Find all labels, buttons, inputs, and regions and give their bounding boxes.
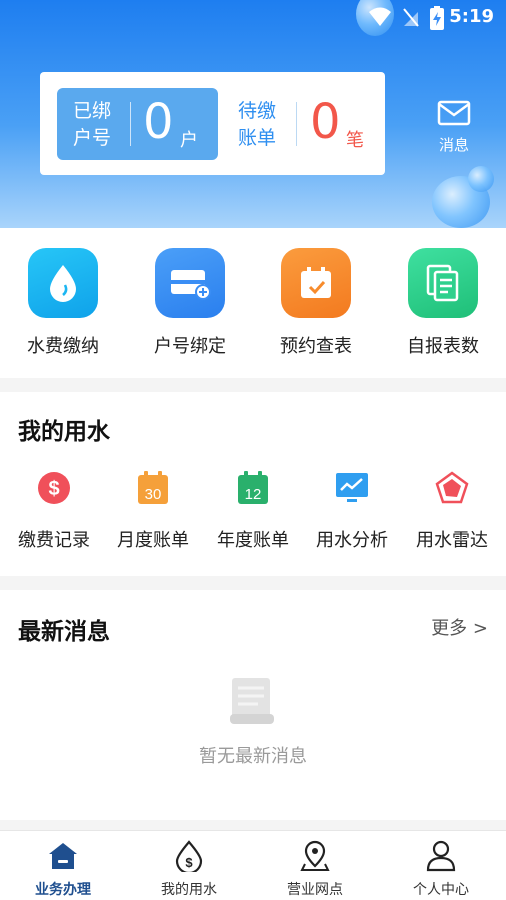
nav-label: 业务办理: [35, 882, 91, 898]
wifi-icon: [369, 7, 391, 26]
pending-bills-count[interactable]: 0: [310, 94, 341, 150]
nav-tab-profile[interactable]: 个人中心: [378, 839, 504, 899]
empty-news-text: 暂无最新消息: [199, 746, 307, 767]
service-label: 户号绑定: [154, 336, 226, 357]
radar-icon: [434, 470, 470, 506]
latest-news-title: 最新消息: [18, 619, 110, 645]
svg-text:$: $: [48, 478, 59, 500]
home-icon: [46, 839, 80, 873]
document-copy-icon: [408, 248, 478, 318]
my-water-label: 月度账单: [117, 530, 189, 551]
bound-accounts-box[interactable]: 已绑户号 0 户: [57, 88, 218, 160]
my-water-label: 年度账单: [217, 530, 289, 551]
service-label: 自报表数: [407, 336, 479, 357]
calendar-30-icon: 30: [135, 470, 171, 506]
my-water-label: 用水分析: [316, 530, 388, 551]
header-banner: 5:19 已绑户号 0 户 待缴账单 0 笔 消息: [0, 0, 506, 228]
bottom-nav: 业务办理 $ 我的用水 营业网点 个人中心: [0, 830, 506, 900]
latest-news-section: 最新消息 更多 > 暂无最新消息: [0, 590, 506, 820]
mail-icon: [437, 100, 471, 126]
status-bar: 5:19: [0, 0, 506, 36]
divider: [296, 102, 297, 146]
monthly-bill-item[interactable]: 30 月度账单: [103, 470, 203, 552]
service-label: 预约查表: [280, 336, 352, 357]
service-meter-appointment[interactable]: 预约查表: [261, 248, 371, 358]
pending-bills-label[interactable]: 待缴账单: [238, 98, 286, 152]
battery-icon: [430, 6, 444, 30]
empty-document-icon: [230, 678, 274, 724]
more-news-link[interactable]: 更多 >: [431, 614, 488, 640]
chart-monitor-icon: [334, 470, 370, 506]
water-dollar-icon: $: [172, 839, 206, 873]
payment-records-item[interactable]: $ 缴费记录: [4, 470, 104, 552]
my-water-section: 我的用水 $ 缴费记录 30 月度账单 12 年度账单 用水分析 用水雷达: [0, 392, 506, 576]
messages-button[interactable]: 消息: [430, 100, 478, 156]
nav-label: 个人中心: [413, 882, 469, 898]
water-analysis-item[interactable]: 用水分析: [302, 470, 402, 552]
water-radar-item[interactable]: 用水雷达: [402, 470, 502, 552]
service-label: 水费缴纳: [27, 336, 99, 357]
pending-bills-unit: 笔: [346, 130, 364, 151]
bound-accounts-unit: 户: [180, 130, 198, 151]
dollar-icon: $: [36, 470, 72, 506]
person-icon: [424, 839, 458, 873]
service-self-reading[interactable]: 自报表数: [388, 248, 498, 358]
bound-accounts-count: 0: [143, 94, 174, 150]
account-summary-card: 已绑户号 0 户 待缴账单 0 笔: [40, 72, 385, 175]
my-water-label: 用水雷达: [416, 530, 488, 551]
svg-text:12: 12: [245, 486, 262, 503]
clock-time: 5:19: [449, 6, 494, 27]
service-account-binding[interactable]: 户号绑定: [135, 248, 245, 358]
card-add-icon: [155, 248, 225, 318]
bound-accounts-label: 已绑户号: [73, 100, 112, 149]
nav-label: 我的用水: [161, 882, 217, 898]
calendar-12-icon: 12: [235, 470, 271, 506]
divider: [130, 102, 131, 146]
annual-bill-item[interactable]: 12 年度账单: [203, 470, 303, 552]
no-signal-icon: [403, 8, 419, 27]
messages-label: 消息: [438, 136, 469, 154]
nav-tab-branches[interactable]: 营业网点: [252, 839, 378, 899]
location-pin-icon: [298, 839, 332, 873]
svg-text:$: $: [185, 855, 193, 870]
water-drop-icon: [28, 248, 98, 318]
services-grid: 水费缴纳 户号绑定 预约查表 自报表数: [0, 228, 506, 378]
nav-tab-business[interactable]: 业务办理: [0, 839, 126, 899]
my-water-title: 我的用水: [18, 419, 110, 445]
calendar-check-icon: [281, 248, 351, 318]
water-drop-decoration: [468, 166, 494, 192]
nav-label: 营业网点: [287, 882, 343, 898]
my-water-label: 缴费记录: [18, 530, 90, 551]
nav-tab-my-water[interactable]: $ 我的用水: [126, 839, 252, 899]
svg-text:30: 30: [145, 486, 162, 503]
service-water-payment[interactable]: 水费缴纳: [8, 248, 118, 358]
